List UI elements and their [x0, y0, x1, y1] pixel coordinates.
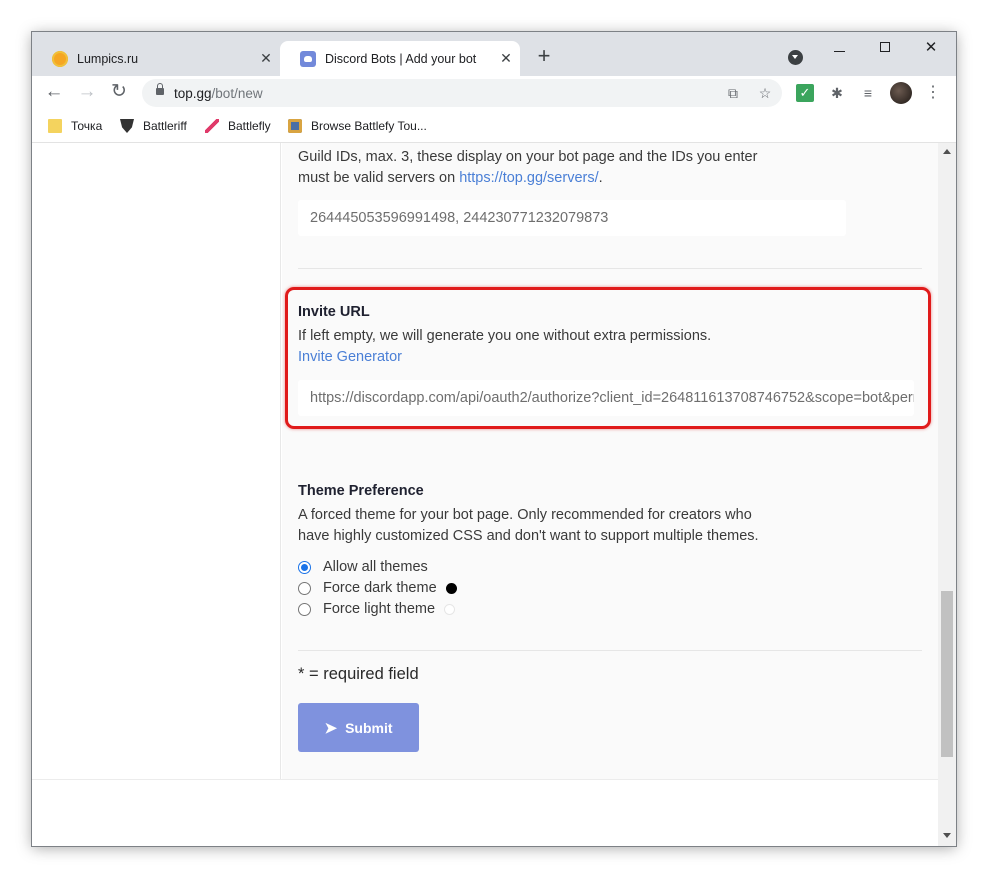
close-tab-icon[interactable]: ✕ — [492, 50, 520, 67]
browser-toolbar: ← → ↻ top.gg/bot/new ⧉ ☆ ✓ ✱ ≡ ⋮ — [32, 76, 956, 111]
battlefly-icon — [205, 119, 219, 133]
folder-icon — [48, 119, 62, 133]
lumpics-favicon-icon — [52, 50, 68, 67]
profile-avatar[interactable] — [890, 82, 912, 104]
theme-option-force-dark[interactable]: Force dark theme — [298, 580, 457, 596]
radio-button[interactable] — [298, 602, 311, 616]
tab-title: Discord Bots | Add your bot — [325, 51, 477, 66]
extensions-puzzle-icon[interactable]: ✱ — [828, 84, 846, 102]
bot-form: Guild IDs, max. 3, these display on your… — [282, 143, 938, 779]
back-arrow-icon[interactable]: ← — [42, 81, 66, 105]
extension-check-icon[interactable]: ✓ — [796, 84, 814, 102]
tab-lumpics[interactable]: Lumpics.ru ✕ — [32, 41, 280, 76]
maximize-button[interactable] — [862, 38, 908, 64]
theme-description: A forced theme for your bot page. Only r… — [298, 505, 918, 547]
divider — [298, 268, 922, 269]
scrollbar-thumb[interactable] — [941, 591, 953, 757]
theme-description-line1: A forced theme for your bot page. Only r… — [298, 507, 752, 523]
battleriff-icon — [120, 119, 134, 133]
bookmark-label: Точка — [71, 119, 103, 133]
guild-description-line2: must be valid servers on — [298, 170, 460, 186]
url-host: top.gg — [174, 86, 212, 101]
left-sidebar — [32, 143, 281, 779]
bookmark-item[interactable]: Battleriff — [120, 119, 187, 133]
radio-button[interactable] — [298, 581, 311, 595]
url-path: /bot/new — [211, 86, 263, 101]
page-bottom-area — [32, 779, 938, 846]
guild-description: Guild IDs, max. 3, these display on your… — [298, 147, 918, 189]
vertical-scrollbar[interactable] — [938, 143, 956, 846]
browser-window: Lumpics.ru ✕ Discord Bots | Add your bot… — [32, 32, 956, 846]
close-tab-icon[interactable]: ✕ — [252, 50, 280, 67]
bookmarks-bar: Точка Battleriff Battlefly Browse Battle… — [32, 111, 956, 143]
close-window-button[interactable]: ✕ — [908, 38, 954, 64]
address-bar[interactable]: top.gg/bot/new ⧉ ☆ — [142, 79, 782, 107]
light-theme-dot-icon — [444, 603, 456, 615]
minimize-button[interactable] — [816, 38, 862, 64]
invite-generator-link[interactable]: Invite Generator — [298, 347, 402, 368]
discord-favicon-icon — [300, 50, 316, 67]
invite-url-input[interactable]: https://discordapp.com/api/oauth2/author… — [298, 380, 914, 416]
forward-arrow-icon[interactable]: → — [75, 81, 99, 105]
guild-description-line1: Guild IDs, max. 3, these display on your… — [298, 149, 758, 165]
theme-option-allow-all[interactable]: Allow all themes — [298, 559, 428, 575]
theme-description-line2: have highly customized CSS and don't wan… — [298, 528, 759, 544]
invite-url-description: If left empty, we will generate you one … — [298, 328, 712, 344]
translate-icon[interactable]: ⧉ — [724, 84, 742, 102]
menu-kebab-icon[interactable]: ⋮ — [924, 84, 942, 102]
bookmark-label: Battlefly — [228, 119, 271, 133]
tab-title: Lumpics.ru — [77, 51, 139, 66]
reading-list-icon[interactable]: ≡ — [859, 84, 877, 102]
scroll-down-arrow-icon[interactable] — [943, 833, 951, 838]
theme-option-label: Allow all themes — [323, 559, 428, 575]
bookmark-item[interactable]: Точка — [48, 119, 102, 133]
new-tab-plus-icon[interactable]: + — [532, 45, 556, 69]
theme-option-label: Force light theme — [323, 601, 436, 617]
bookmark-label: Battleriff — [143, 119, 187, 133]
tab-strip: Lumpics.ru ✕ Discord Bots | Add your bot… — [32, 32, 956, 76]
submit-label: Submit — [345, 719, 393, 736]
required-field-note: * = required field — [298, 665, 419, 683]
theme-option-force-light[interactable]: Force light theme — [298, 601, 456, 617]
bookmark-label: Browse Battlefy Tou... — [311, 119, 427, 133]
radio-button-checked[interactable] — [298, 560, 311, 574]
bookmark-item[interactable]: Browse Battlefy Tou... — [288, 119, 427, 133]
guild-description-end: . — [598, 170, 603, 186]
bookmark-item[interactable]: Battlefly — [205, 119, 271, 133]
reload-icon[interactable]: ↻ — [107, 81, 131, 105]
tab-search-dropdown-icon[interactable] — [788, 50, 803, 65]
scroll-up-arrow-icon[interactable] — [943, 149, 951, 154]
submit-button[interactable]: ➤ Submit — [298, 703, 419, 752]
battlefy-icon — [288, 119, 302, 133]
dark-theme-dot-icon — [445, 582, 457, 594]
bookmark-star-icon[interactable]: ☆ — [756, 84, 774, 102]
invite-url-heading: Invite URL — [298, 304, 370, 320]
servers-link[interactable]: https://top.gg/servers/ — [459, 170, 598, 186]
paper-plane-icon: ➤ — [324, 719, 338, 737]
theme-option-label: Force dark theme — [323, 580, 437, 596]
tab-discord-bots[interactable]: Discord Bots | Add your bot ✕ — [280, 41, 520, 76]
guild-ids-input[interactable]: 264445053596991498, 244230771232079873 — [298, 200, 846, 236]
lock-icon[interactable] — [156, 83, 164, 95]
url-text: top.gg/bot/new — [174, 86, 263, 101]
page-content: Guild IDs, max. 3, these display on your… — [32, 143, 956, 846]
divider — [298, 650, 922, 651]
theme-preference-heading: Theme Preference — [298, 483, 424, 499]
